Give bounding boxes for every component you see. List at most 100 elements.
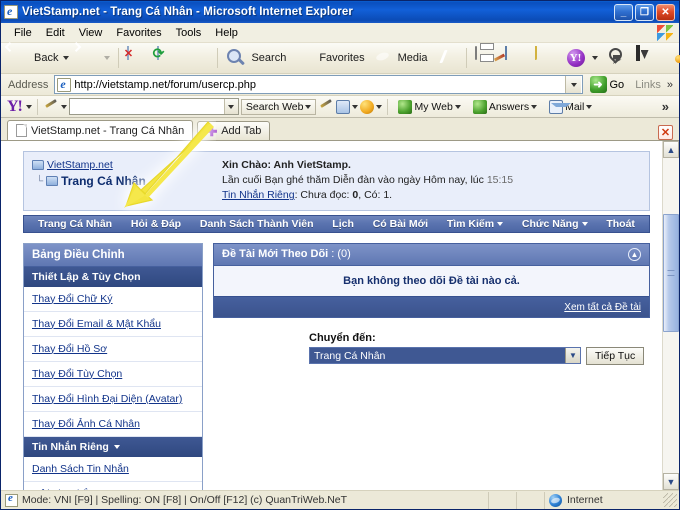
yahoo-dropdown-icon[interactable]: [591, 56, 598, 60]
yahoo-button[interactable]: Y!: [561, 45, 602, 71]
yahoo-search-input[interactable]: [68, 98, 239, 115]
close-button[interactable]: ✕: [656, 3, 675, 21]
nav-item-chuc-nang[interactable]: Chức Năng: [522, 218, 588, 230]
answers-icon: [472, 99, 487, 114]
scroll-thumb[interactable]: [663, 214, 679, 332]
edit-button[interactable]: [501, 45, 531, 71]
menu-item-edit[interactable]: Edit: [39, 25, 72, 41]
highlighter-dropdown-icon[interactable]: [60, 104, 67, 109]
vertical-scrollbar[interactable]: ▲ ▼: [662, 141, 679, 490]
breadcrumb-root-link[interactable]: VietStamp.net: [47, 159, 113, 171]
yahoo-logo-dropdown-icon[interactable]: [25, 104, 32, 109]
greeting-pm: Tin Nhắn Riêng: Chưa đọc: 0, Có: 1.: [222, 188, 641, 203]
search-web-dropdown-icon[interactable]: [305, 104, 312, 109]
view-all-threads-link[interactable]: Xem tất cả Đề tài: [564, 302, 641, 313]
media-button[interactable]: Media: [369, 45, 432, 71]
scroll-down-button[interactable]: ▼: [663, 473, 679, 490]
nav-item-lich[interactable]: Lịch: [332, 218, 354, 230]
sidebar-item-anh-ca-nhan[interactable]: Thay Đổi Ảnh Cá Nhân: [24, 411, 202, 437]
security-zone-cell[interactable]: Internet: [545, 492, 663, 509]
yahoo-overflow-icon[interactable]: »: [662, 99, 675, 114]
nav-item-co-bai-moi[interactable]: Có Bài Mới: [373, 218, 428, 230]
forum-jump-submit-button[interactable]: Tiếp Tục: [586, 346, 645, 365]
my-web-dropdown-icon[interactable]: [454, 104, 461, 109]
flash-button[interactable]: [602, 45, 632, 71]
sidebar-item-avatar[interactable]: Thay Đổi Hình Đại Diện (Avatar): [24, 386, 202, 412]
yahoo-search-web-button[interactable]: Search Web: [240, 98, 317, 115]
menu-item-favorites[interactable]: Favorites: [109, 25, 168, 41]
yahoo-logo-icon[interactable]: Y!: [5, 98, 24, 115]
nav-item-danh-sach-thanh-vien[interactable]: Danh Sách Thành Viên: [200, 218, 314, 230]
answers-dropdown-icon[interactable]: [531, 104, 538, 109]
add-tab-button[interactable]: ✚ Add Tab: [197, 121, 271, 140]
highlighter-icon[interactable]: [43, 99, 59, 115]
toolbar-divider: [217, 48, 219, 68]
resize-grip[interactable]: [663, 493, 677, 507]
forum-jump-select[interactable]: Trang Cá Nhân ▼: [309, 347, 581, 365]
menu-item-tools[interactable]: Tools: [169, 25, 209, 41]
tree-branch-icon: └: [36, 175, 44, 187]
messenger-button[interactable]: [662, 45, 680, 71]
private-messages-link[interactable]: Tin Nhắn Riêng: [222, 189, 295, 201]
address-input[interactable]: http://vietstamp.net/forum/usercp.php: [54, 75, 583, 94]
back-dropdown-icon[interactable]: [63, 56, 70, 60]
refresh-button[interactable]: [153, 45, 183, 71]
favorites-button[interactable]: Favorites: [290, 45, 368, 71]
menu-item-help[interactable]: Help: [208, 25, 245, 41]
chevron-down-icon[interactable]: ▼: [565, 348, 580, 364]
home-icon: [187, 47, 209, 69]
sidebar-item-tuy-chon[interactable]: Thay Đổi Tùy Chọn: [24, 361, 202, 387]
sidebar-section-private-messages[interactable]: Tin Nhắn Riêng: [24, 436, 202, 457]
scroll-track[interactable]: [663, 158, 679, 473]
links-label[interactable]: Links: [631, 79, 661, 91]
mail-button[interactable]: Mail: [544, 98, 597, 116]
close-tab-button[interactable]: ✕: [658, 125, 673, 140]
forward-dropdown-icon[interactable]: [104, 56, 111, 60]
address-dropdown-icon[interactable]: [564, 76, 581, 93]
refresh-icon: [157, 46, 179, 69]
sidebar-item-gui-tin-nhan[interactable]: Gửi Tin Nhắn: [24, 481, 202, 490]
scroll-up-button[interactable]: ▲: [663, 141, 679, 158]
nav-item-hoi-dap[interactable]: Hỏi & Đáp: [131, 218, 181, 230]
maximize-button[interactable]: ❐: [635, 3, 654, 21]
anti-spy-icon[interactable]: [360, 99, 375, 114]
sidebar-section-settings[interactable]: Thiết Lập & Tùy Chọn: [24, 266, 202, 287]
notes-button[interactable]: [531, 45, 561, 71]
sidebar-item-chu-ky[interactable]: Thay Đổi Chữ Ký: [24, 286, 202, 312]
nav-label: Tìm Kiếm: [446, 217, 495, 230]
answers-button[interactable]: Answers: [468, 98, 542, 116]
toolbar-overflow-icon[interactable]: »: [664, 79, 676, 91]
nav-item-tim-kiem[interactable]: Tìm Kiếm: [446, 217, 504, 230]
forward-button[interactable]: [71, 42, 114, 71]
nav-item-trang-ca-nhan[interactable]: Trang Cá Nhân: [38, 218, 112, 230]
bookmarks-icon[interactable]: [336, 99, 351, 114]
minimize-button[interactable]: _: [614, 3, 633, 21]
back-button[interactable]: Back: [4, 42, 73, 71]
content-columns: Bảng Điều Chỉnh Thiết Lập & Tùy Chọn Tha…: [23, 242, 650, 490]
nav-item-thoat[interactable]: Thoát: [606, 218, 635, 230]
sidebar-item-email-mat-khau[interactable]: Thay Đổi Email & Mật Khẩu: [24, 311, 202, 337]
sidebar-item-ho-so[interactable]: Thay Đổi Hồ Sơ: [24, 336, 202, 362]
menu-item-file[interactable]: File: [7, 25, 39, 41]
yahoo-search-dropdown-icon[interactable]: [223, 99, 238, 114]
download-button[interactable]: [632, 45, 662, 71]
search-button[interactable]: Search: [222, 45, 290, 71]
sidebar-item-danh-sach-tin-nhan[interactable]: Danh Sách Tin Nhắn: [24, 456, 202, 482]
browser-toolbar: Back Search Favorites: [1, 42, 680, 74]
go-button[interactable]: ➜ Go: [586, 76, 629, 93]
nav-label: Hỏi & Đáp: [130, 217, 182, 230]
home-button[interactable]: [183, 45, 213, 71]
panel-empty-message: Bạn không theo dõi Đề tài nào cả.: [214, 265, 649, 296]
stop-button[interactable]: [123, 45, 153, 71]
browser-tab[interactable]: VietStamp.net - Trang Cá Nhân: [7, 120, 194, 140]
mail-dropdown-icon[interactable]: [586, 104, 593, 109]
pencil-icon[interactable]: [318, 99, 334, 115]
breadcrumb-current: Trang Cá Nhân: [61, 174, 146, 188]
ie-logo-icon: [4, 5, 18, 19]
bookmarks-dropdown-icon[interactable]: [352, 104, 359, 109]
collapse-icon[interactable]: ▲: [628, 247, 641, 261]
history-button[interactable]: [432, 45, 462, 71]
anti-spy-dropdown-icon[interactable]: [376, 104, 383, 109]
menu-item-view[interactable]: View: [72, 25, 110, 41]
my-web-button[interactable]: My Web: [393, 98, 465, 116]
